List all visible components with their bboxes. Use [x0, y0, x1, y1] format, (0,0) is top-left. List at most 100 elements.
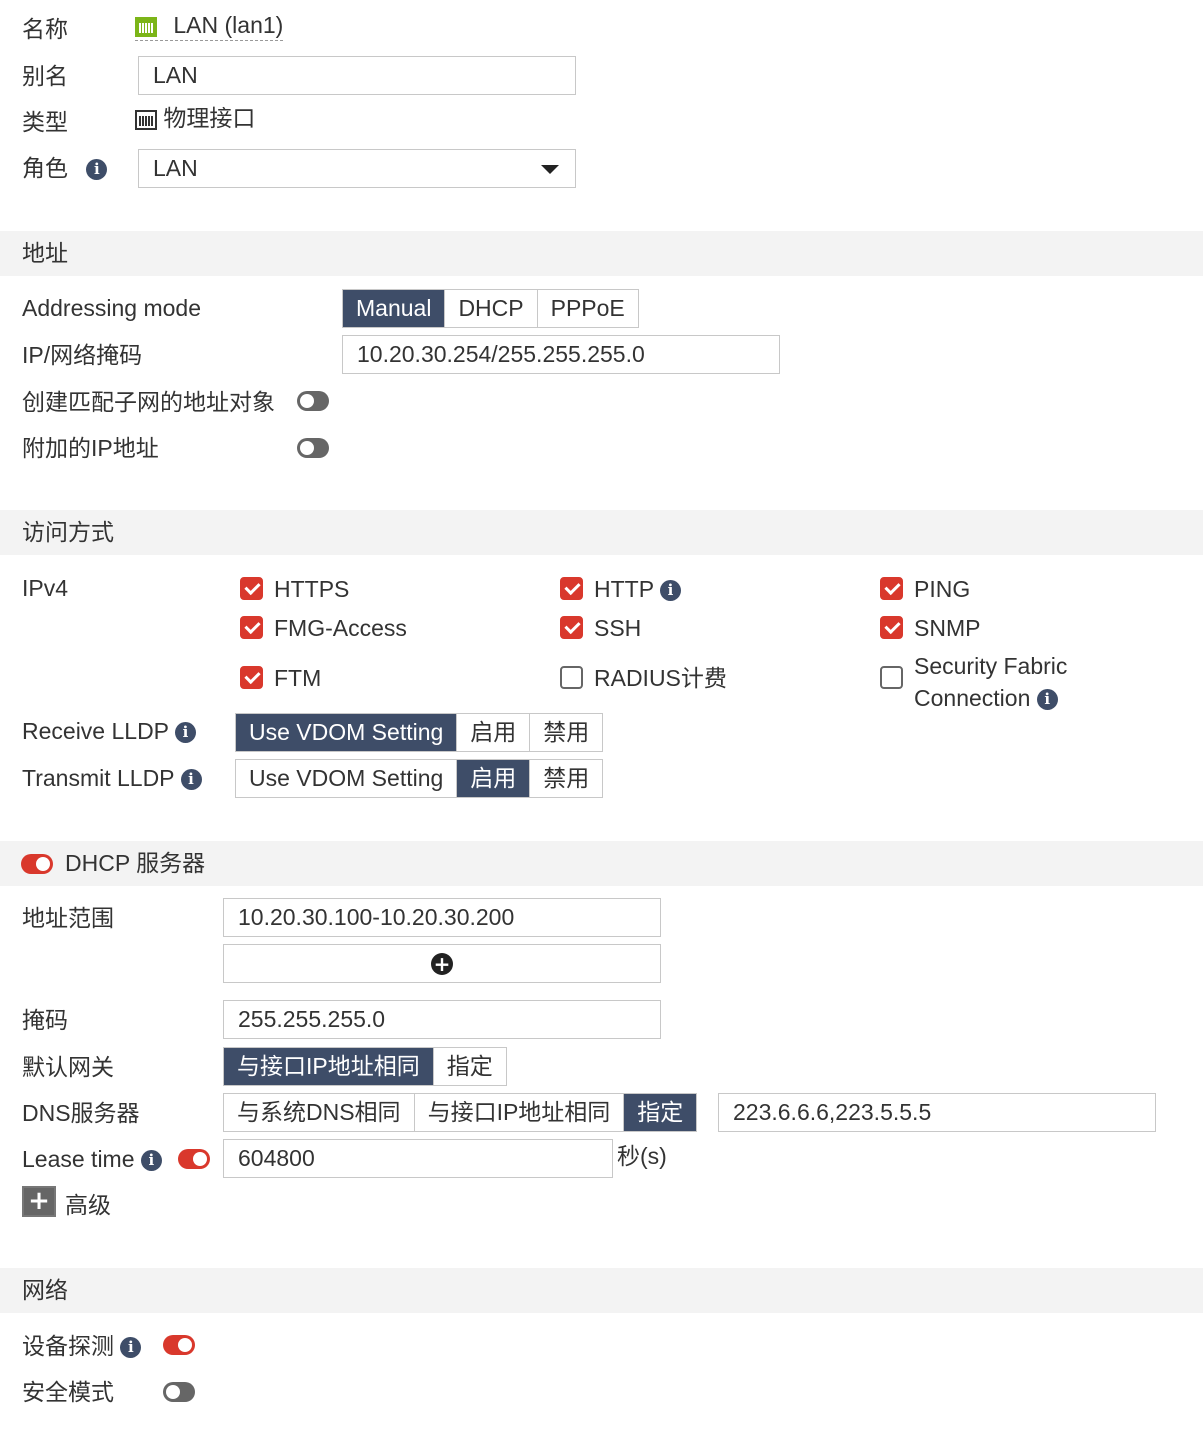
lease-time-label: Lease time i — [22, 1144, 162, 1174]
section-dhcp-server: DHCP 服务器 — [0, 841, 1203, 886]
option-disable[interactable]: 禁用 — [530, 760, 603, 797]
checkbox-ftm[interactable] — [240, 666, 263, 689]
role-label: 角色 i — [22, 153, 108, 183]
device-detection-toggle[interactable] — [163, 1335, 195, 1355]
ip-mask-input[interactable]: 10.20.30.254/255.255.255.0 — [342, 335, 780, 374]
dns-server-label: DNS服务器 — [22, 1100, 140, 1126]
section-address: 地址 — [0, 231, 1203, 276]
receive-lldp-toggle[interactable]: Use VDOM Setting 启用 禁用 — [235, 713, 604, 752]
address-range-label: 地址范围 — [22, 905, 114, 931]
role-select[interactable]: LAN — [138, 149, 576, 188]
receive-lldp-label: Receive LLDP i — [22, 716, 196, 746]
type-text: 物理接口 — [163, 105, 256, 131]
port-icon — [135, 16, 157, 37]
advanced-label[interactable]: 高级 — [65, 1190, 111, 1220]
checkbox-radius-accounting[interactable] — [560, 666, 583, 689]
expand-plus-icon[interactable]: + — [22, 1186, 56, 1217]
mask-input[interactable]: 255.255.255.0 — [223, 1000, 661, 1039]
option-disable[interactable]: 禁用 — [530, 714, 603, 751]
https-label: HTTPS — [274, 576, 350, 602]
plus-circle-icon: + — [431, 953, 453, 975]
transmit-lldp-text: Transmit LLDP — [22, 765, 175, 791]
checkbox-snmp[interactable] — [880, 616, 903, 639]
addressing-mode-toggle[interactable]: Manual DHCP PPPoE — [342, 289, 639, 328]
security-fabric-text: Security Fabric — [914, 653, 1068, 679]
security-mode-toggle[interactable] — [163, 1382, 195, 1402]
info-icon[interactable]: i — [1036, 689, 1058, 711]
ftm-label: FTM — [274, 665, 322, 691]
info-icon[interactable]: i — [660, 580, 682, 602]
device-detection-label: 设备探测 i — [22, 1331, 142, 1361]
mask-label: 掩码 — [22, 1007, 68, 1033]
option-specify[interactable]: 指定 — [433, 1048, 506, 1085]
section-network: 网络 — [0, 1268, 1203, 1313]
option-use-vdom[interactable]: Use VDOM Setting — [236, 760, 458, 797]
checkbox-fmg-access[interactable] — [240, 616, 263, 639]
device-detection-text: 设备探测 — [22, 1333, 114, 1359]
secondary-ip-label: 附加的IP地址 — [22, 435, 159, 461]
ip-mask-label: IP/网络掩码 — [22, 342, 143, 368]
checkbox-security-fabric[interactable] — [880, 666, 903, 689]
info-icon[interactable]: i — [175, 722, 196, 744]
add-range-button[interactable]: + — [223, 944, 661, 983]
http-label: HTTP i — [594, 574, 682, 604]
type-value: 物理接口 — [135, 103, 255, 133]
option-specify[interactable]: 指定 — [624, 1094, 697, 1131]
default-gateway-toggle[interactable]: 与接口IP地址相同 指定 — [223, 1047, 507, 1086]
security-fabric-label: Security Fabric Connection i — [914, 650, 1067, 714]
checkbox-https[interactable] — [240, 577, 263, 600]
chevron-down-icon — [541, 165, 559, 174]
lease-time-toggle[interactable] — [178, 1149, 210, 1169]
create-address-object-toggle[interactable] — [297, 391, 329, 411]
ssh-label: SSH — [594, 615, 642, 641]
section-access: 访问方式 — [0, 510, 1203, 555]
fmg-access-label: FMG-Access — [274, 615, 407, 641]
mode-dhcp[interactable]: DHCP — [445, 290, 538, 327]
info-icon[interactable]: i — [86, 159, 108, 181]
radius-label: RADIUS计费 — [594, 665, 727, 691]
info-icon[interactable]: i — [180, 769, 202, 791]
alias-input[interactable]: LAN — [138, 56, 576, 95]
lease-time-text: Lease time — [22, 1146, 135, 1172]
dhcp-server-toggle[interactable] — [21, 854, 53, 874]
info-icon[interactable]: i — [140, 1150, 162, 1172]
mode-pppoe[interactable]: PPPoE — [537, 290, 638, 327]
ipv4-label: IPv4 — [22, 575, 69, 601]
lease-unit: 秒(s) — [617, 1143, 667, 1169]
port-icon — [135, 109, 157, 130]
lease-time-input[interactable]: 604800 — [223, 1139, 613, 1178]
info-icon[interactable]: i — [120, 1337, 142, 1359]
addressing-mode-label: Addressing mode — [22, 295, 201, 321]
checkbox-ssh[interactable] — [560, 616, 583, 639]
secondary-ip-toggle[interactable] — [297, 438, 329, 458]
snmp-label: SNMP — [914, 615, 981, 641]
connection-text: Connection — [914, 685, 1031, 711]
option-enable[interactable]: 启用 — [457, 760, 531, 797]
interface-name: LAN (lan1) — [173, 12, 284, 38]
option-enable[interactable]: 启用 — [457, 714, 531, 751]
receive-lldp-text: Receive LLDP — [22, 718, 169, 744]
create-address-object-label: 创建匹配子网的地址对象 — [22, 389, 275, 415]
address-range-input[interactable]: 10.20.30.100-10.20.30.200 — [223, 898, 661, 937]
option-use-vdom[interactable]: Use VDOM Setting — [236, 714, 458, 751]
transmit-lldp-label: Transmit LLDP i — [22, 763, 202, 793]
transmit-lldp-toggle[interactable]: Use VDOM Setting 启用 禁用 — [235, 759, 604, 798]
interface-name-link[interactable]: LAN (lan1) — [135, 10, 284, 41]
mode-manual[interactable]: Manual — [343, 290, 446, 327]
type-label: 类型 — [22, 109, 68, 135]
name-label: 名称 — [22, 16, 68, 42]
option-same-as-interface[interactable]: 与接口IP地址相同 — [414, 1094, 625, 1131]
security-mode-label: 安全模式 — [22, 1379, 114, 1405]
role-text: 角色 — [22, 155, 68, 181]
option-same-as-system[interactable]: 与系统DNS相同 — [224, 1094, 415, 1131]
dns-server-input[interactable]: 223.6.6.6,223.5.5.5 — [718, 1093, 1156, 1132]
role-value: LAN — [153, 155, 198, 181]
alias-label: 别名 — [22, 63, 68, 89]
default-gateway-label: 默认网关 — [22, 1054, 114, 1080]
checkbox-http[interactable] — [560, 577, 583, 600]
ping-label: PING — [914, 576, 971, 602]
http-text: HTTP — [594, 576, 654, 602]
checkbox-ping[interactable] — [880, 577, 903, 600]
option-same-as-interface[interactable]: 与接口IP地址相同 — [224, 1048, 434, 1085]
dns-server-toggle[interactable]: 与系统DNS相同 与接口IP地址相同 指定 — [223, 1093, 698, 1132]
